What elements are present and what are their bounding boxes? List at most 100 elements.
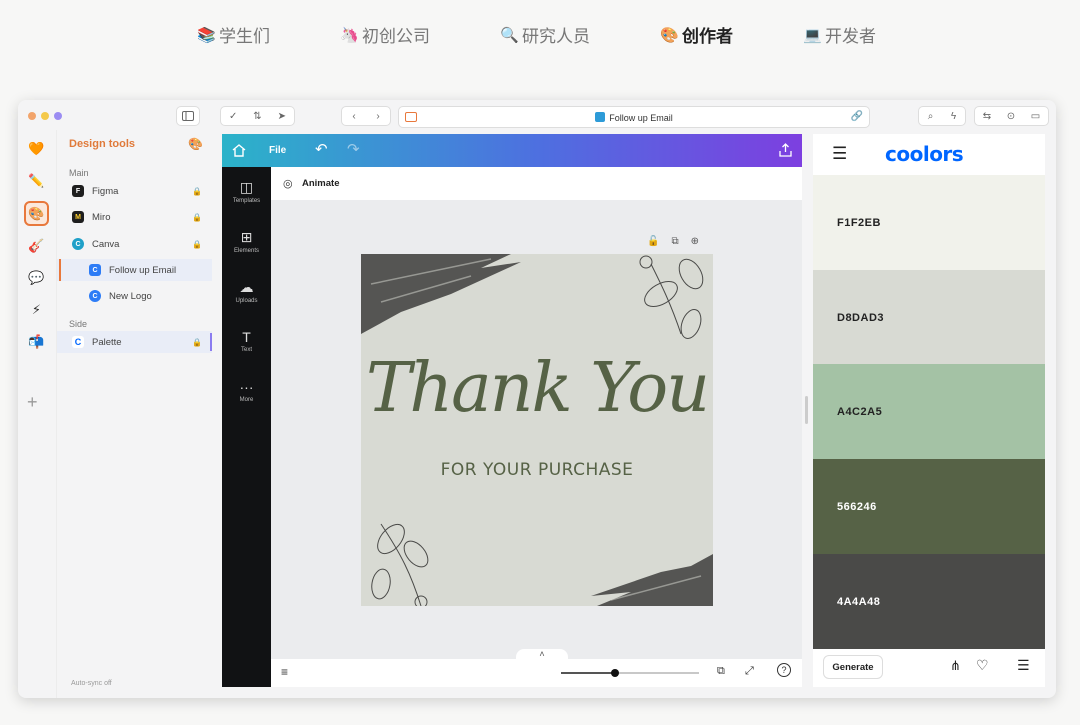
color-swatch[interactable]: 4A4A48 <box>813 554 1045 649</box>
coolors-panel: ☰ coolors F1F2EB D8DAD3 A4C2A5 566246 4A… <box>813 134 1045 687</box>
help-icon[interactable]: ? <box>777 663 791 677</box>
tab-label: 创作者 <box>682 27 733 46</box>
brush-strokes-decoration <box>361 254 713 606</box>
home-icon[interactable] <box>232 144 246 157</box>
sidebar-toggle-button[interactable] <box>176 106 200 126</box>
back-icon[interactable]: ‹ <box>352 111 355 122</box>
zoom-slider[interactable] <box>561 669 699 677</box>
rail-item-design[interactable]: 🎨 <box>24 201 49 226</box>
tab-label: 学生们 <box>219 27 270 46</box>
redo-icon[interactable]: ↷ <box>347 140 360 158</box>
coolors-icon: C <box>72 336 84 348</box>
forward-icon[interactable]: › <box>376 111 379 122</box>
bolt-icon[interactable]: ϟ <box>951 111 956 122</box>
laptop-icon: 💻 <box>803 26 822 44</box>
heart-icon[interactable]: ♡ <box>976 657 989 674</box>
lock-icon[interactable]: 🔓 <box>647 236 659 247</box>
chat-icon: 💬 <box>28 269 45 285</box>
miro-icon: M <box>72 211 84 223</box>
add-page-icon[interactable]: ⊕ <box>691 236 699 247</box>
tool-more[interactable]: ··· More <box>222 379 271 403</box>
tab-researchers[interactable]: 🔍 研究人员 <box>500 22 590 47</box>
swap-icon[interactable]: ⇆ <box>983 111 991 122</box>
tab-developers[interactable]: 💻 开发者 <box>803 22 876 47</box>
bolt-icon: ⚡ <box>31 301 42 317</box>
guitar-icon: 🎸 <box>28 237 45 253</box>
tool-templates[interactable]: ◫ Templates <box>222 179 271 204</box>
share-icon[interactable]: ⋔ <box>950 658 961 674</box>
magnifier-icon: 🔍 <box>500 26 519 44</box>
tool-label: Elements <box>233 248 259 254</box>
rail-item-pencil[interactable]: ✏️ <box>24 168 49 193</box>
rail-item-chat[interactable]: 💬 <box>24 265 49 290</box>
zoom-slider-thumb[interactable] <box>611 669 619 677</box>
canva-bottom-bar: ≡ ⧉ ⤢ ? <box>271 659 802 687</box>
minimize-dot[interactable] <box>41 112 49 120</box>
color-swatch[interactable]: F1F2EB <box>813 175 1045 270</box>
palette-icon: 🎨 <box>660 26 679 44</box>
swatch-hex: D8DAD3 <box>837 312 885 324</box>
tool-label: Templates <box>232 198 261 204</box>
pencil-icon: ✏️ <box>28 172 45 188</box>
panel-resize-handle[interactable] <box>805 396 808 424</box>
sidebar-item-follow-up-email[interactable]: C Follow up Email <box>57 259 212 281</box>
close-dot[interactable] <box>28 112 36 120</box>
duplicate-icon[interactable]: ⧉ <box>671 236 678 247</box>
sidebar-item-canva[interactable]: C Canva 🔒 <box>57 233 212 255</box>
send-icon[interactable]: ➤ <box>278 111 286 122</box>
sidebar-item-label: Follow up Email <box>109 264 177 276</box>
tab-students[interactable]: 📚 学生们 <box>197 22 270 47</box>
rail-item-mail[interactable]: 📬 <box>24 329 49 354</box>
lock-icon: 🔒 <box>192 186 202 196</box>
swatch-hex: 4A4A48 <box>837 596 881 608</box>
notes-icon[interactable]: ≡ <box>281 665 288 679</box>
menu-icon[interactable]: ☰ <box>832 144 847 164</box>
tab-creators[interactable]: 🎨 创作者 <box>660 22 733 47</box>
fullscreen-icon[interactable]: ⤢ <box>745 665 754 678</box>
tab-startups[interactable]: 🦄 初创公司 <box>340 22 430 47</box>
rail-item-guitar[interactable]: 🎸 <box>24 233 49 258</box>
color-swatch[interactable]: A4C2A5 <box>813 364 1045 459</box>
help-icon[interactable]: ? <box>31 696 40 698</box>
sliders-icon[interactable]: ⇅ <box>253 111 261 122</box>
tool-uploads[interactable]: ☁ Uploads <box>222 279 271 304</box>
pages-icon[interactable]: ⧉ <box>717 665 725 678</box>
animate-button[interactable]: Animate <box>302 178 339 189</box>
tool-text[interactable]: T Text <box>222 329 271 353</box>
swatch-hex: 566246 <box>837 501 877 513</box>
chevron-up-icon: ˄ <box>539 649 545 659</box>
design-canvas[interactable]: Thank You FOR YOUR PURCHASE <box>361 254 713 606</box>
url-bar[interactable]: Follow up Email 🔗 <box>398 106 870 128</box>
link-icon[interactable]: 🔗 <box>851 111 863 122</box>
app-rail: 🧡 ✏️ 🎨 🎸 💬 ⚡ 📬 + ? <box>18 130 56 698</box>
unicorn-icon: 🦄 <box>340 26 359 44</box>
file-menu[interactable]: File <box>269 145 286 156</box>
sidebar-item-miro[interactable]: M Miro 🔒 <box>57 206 212 228</box>
search-icon[interactable]: ⌕ <box>928 111 934 122</box>
rail-item-heart[interactable]: 🧡 <box>24 136 49 161</box>
add-icon[interactable]: + <box>27 392 38 413</box>
sidebar-icon <box>182 111 194 121</box>
coolors-logo[interactable]: coolors <box>885 142 964 166</box>
canva-doc-icon: C <box>89 290 101 302</box>
sidebar-item-new-logo[interactable]: C New Logo <box>57 285 212 307</box>
zoom-dot[interactable] <box>54 112 62 120</box>
window-tools: ⇆ ⊙ ▭ <box>974 106 1049 126</box>
share-icon[interactable] <box>779 143 792 157</box>
tool-label: Text <box>240 347 252 353</box>
sidebar-item-label: Canva <box>92 238 120 250</box>
panel-icon[interactable]: ▭ <box>1031 111 1040 122</box>
sidebar-item-figma[interactable]: F Figma 🔒 <box>57 180 212 202</box>
tool-elements[interactable]: ⊞ Elements <box>222 229 271 254</box>
nav-buttons: ‹ › <box>341 106 391 126</box>
download-icon[interactable]: ⊙ <box>1007 111 1015 122</box>
generate-button[interactable]: Generate <box>823 655 883 679</box>
undo-icon[interactable]: ↶ <box>315 140 328 158</box>
check-icon[interactable]: ✓ <box>229 111 237 122</box>
rail-item-bolt[interactable]: ⚡ <box>24 297 49 322</box>
sidebar-item-palette[interactable]: C Palette 🔒 <box>57 331 212 353</box>
menu-icon[interactable]: ☰ <box>1017 657 1030 674</box>
color-swatch[interactable]: 566246 <box>813 459 1045 554</box>
elements-icon: ⊞ <box>240 229 253 245</box>
color-swatch[interactable]: D8DAD3 <box>813 270 1045 365</box>
